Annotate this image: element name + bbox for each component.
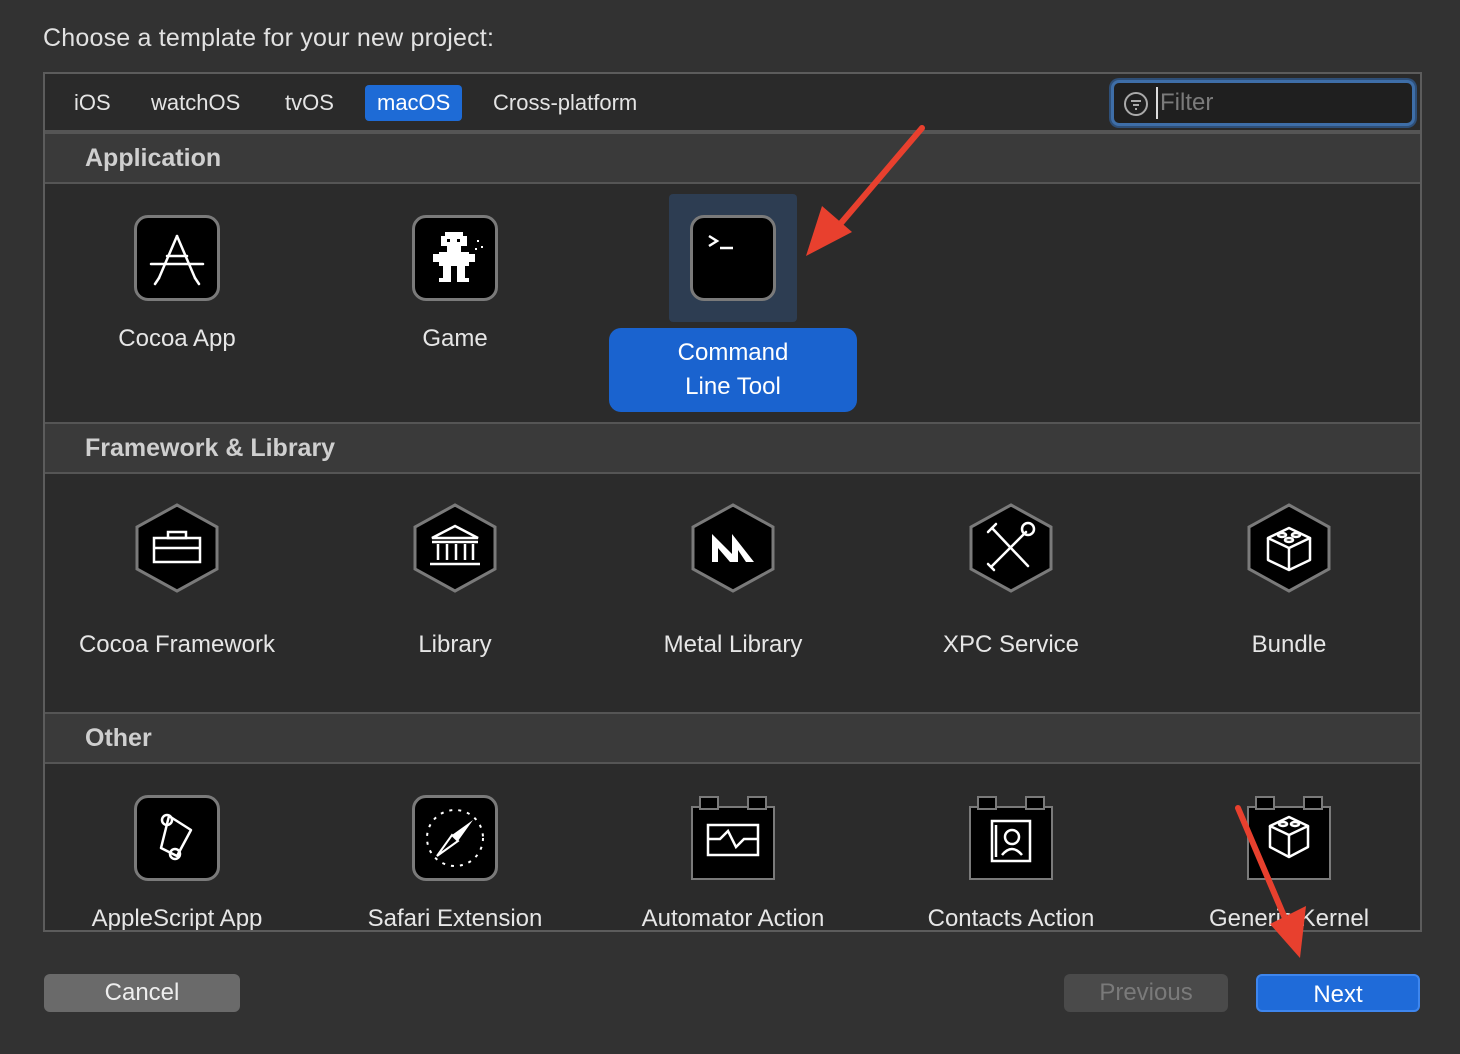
label-line-1: Command: [677, 339, 789, 366]
filter-input[interactable]: [1156, 87, 1396, 119]
template-label: Cocoa Framework: [78, 631, 276, 658]
tools-icon: [969, 503, 1053, 593]
template-metal-library[interactable]: Metal Library: [608, 502, 858, 662]
metal-icon: [691, 503, 775, 593]
template-generic-kernel[interactable]: Generic Kernel: [1164, 774, 1414, 932]
tab-cross-platform[interactable]: Cross-platform: [481, 85, 649, 121]
next-button[interactable]: Next: [1256, 974, 1420, 1012]
filter-icon: [1124, 92, 1148, 116]
contacts-icon: [969, 796, 1053, 880]
tab-tvos[interactable]: tvOS: [273, 85, 346, 121]
template-safari-extension[interactable]: Safari Extension: [330, 774, 580, 932]
applescript-icon: [134, 795, 220, 881]
automator-icon: [691, 796, 775, 880]
template-applescript-app[interactable]: AppleScript App: [52, 774, 302, 932]
template-label: Library: [418, 631, 492, 658]
template-label: Cocoa App: [118, 325, 236, 352]
template-library[interactable]: Library: [330, 502, 580, 662]
previous-button[interactable]: Previous: [1064, 974, 1228, 1012]
kernel-icon: [1247, 796, 1331, 880]
template-cocoa-framework[interactable]: Cocoa Framework: [52, 502, 302, 662]
template-label: Automator Action: [641, 905, 825, 932]
template-label: Command Line Tool: [609, 328, 857, 412]
filter-field[interactable]: [1111, 80, 1415, 126]
template-automator-action[interactable]: Automator Action: [608, 774, 858, 932]
template-contacts-action[interactable]: Contacts Action: [886, 774, 1136, 932]
library-building-icon: [413, 503, 497, 593]
section-header-other: Other: [45, 712, 1420, 764]
template-label: Generic Kernel: [1208, 905, 1370, 932]
terminal-icon: [690, 215, 776, 301]
section-header-application: Application: [45, 132, 1420, 184]
template-label: Contacts Action: [927, 905, 1095, 932]
selected-highlight: [669, 194, 797, 322]
template-cocoa-app[interactable]: Cocoa App: [52, 194, 302, 356]
label-line-2: Line Tool: [685, 373, 781, 400]
lego-brick-icon: [1247, 503, 1331, 593]
platform-tabbar: iOS watchOS tvOS macOS Cross-platform: [45, 74, 1420, 132]
prompt-title: Choose a template for your new project:: [43, 24, 495, 52]
app-store-icon: [134, 215, 220, 301]
template-label: Bundle: [1251, 631, 1327, 658]
template-bundle[interactable]: Bundle: [1164, 502, 1414, 662]
template-game[interactable]: Game: [330, 194, 580, 356]
tab-ios[interactable]: iOS: [62, 85, 123, 121]
toolbox-icon: [135, 503, 219, 593]
cancel-button[interactable]: Cancel: [44, 974, 240, 1012]
template-label: Safari Extension: [367, 905, 543, 932]
template-label: Game: [422, 325, 488, 352]
tab-watchos[interactable]: watchOS: [139, 85, 252, 121]
compass-icon: [412, 795, 498, 881]
template-command-line-tool[interactable]: Command Line Tool: [608, 194, 858, 412]
tab-macos[interactable]: macOS: [365, 85, 463, 121]
game-sprite-icon: [412, 215, 498, 301]
section-header-framework: Framework & Library: [45, 422, 1420, 474]
template-label: Metal Library: [663, 631, 803, 658]
template-xpc-service[interactable]: XPC Service: [886, 502, 1136, 662]
template-label: XPC Service: [942, 631, 1080, 658]
template-label: AppleScript App: [91, 905, 263, 932]
template-panel: iOS watchOS tvOS macOS Cross-platform Ap…: [43, 72, 1422, 932]
